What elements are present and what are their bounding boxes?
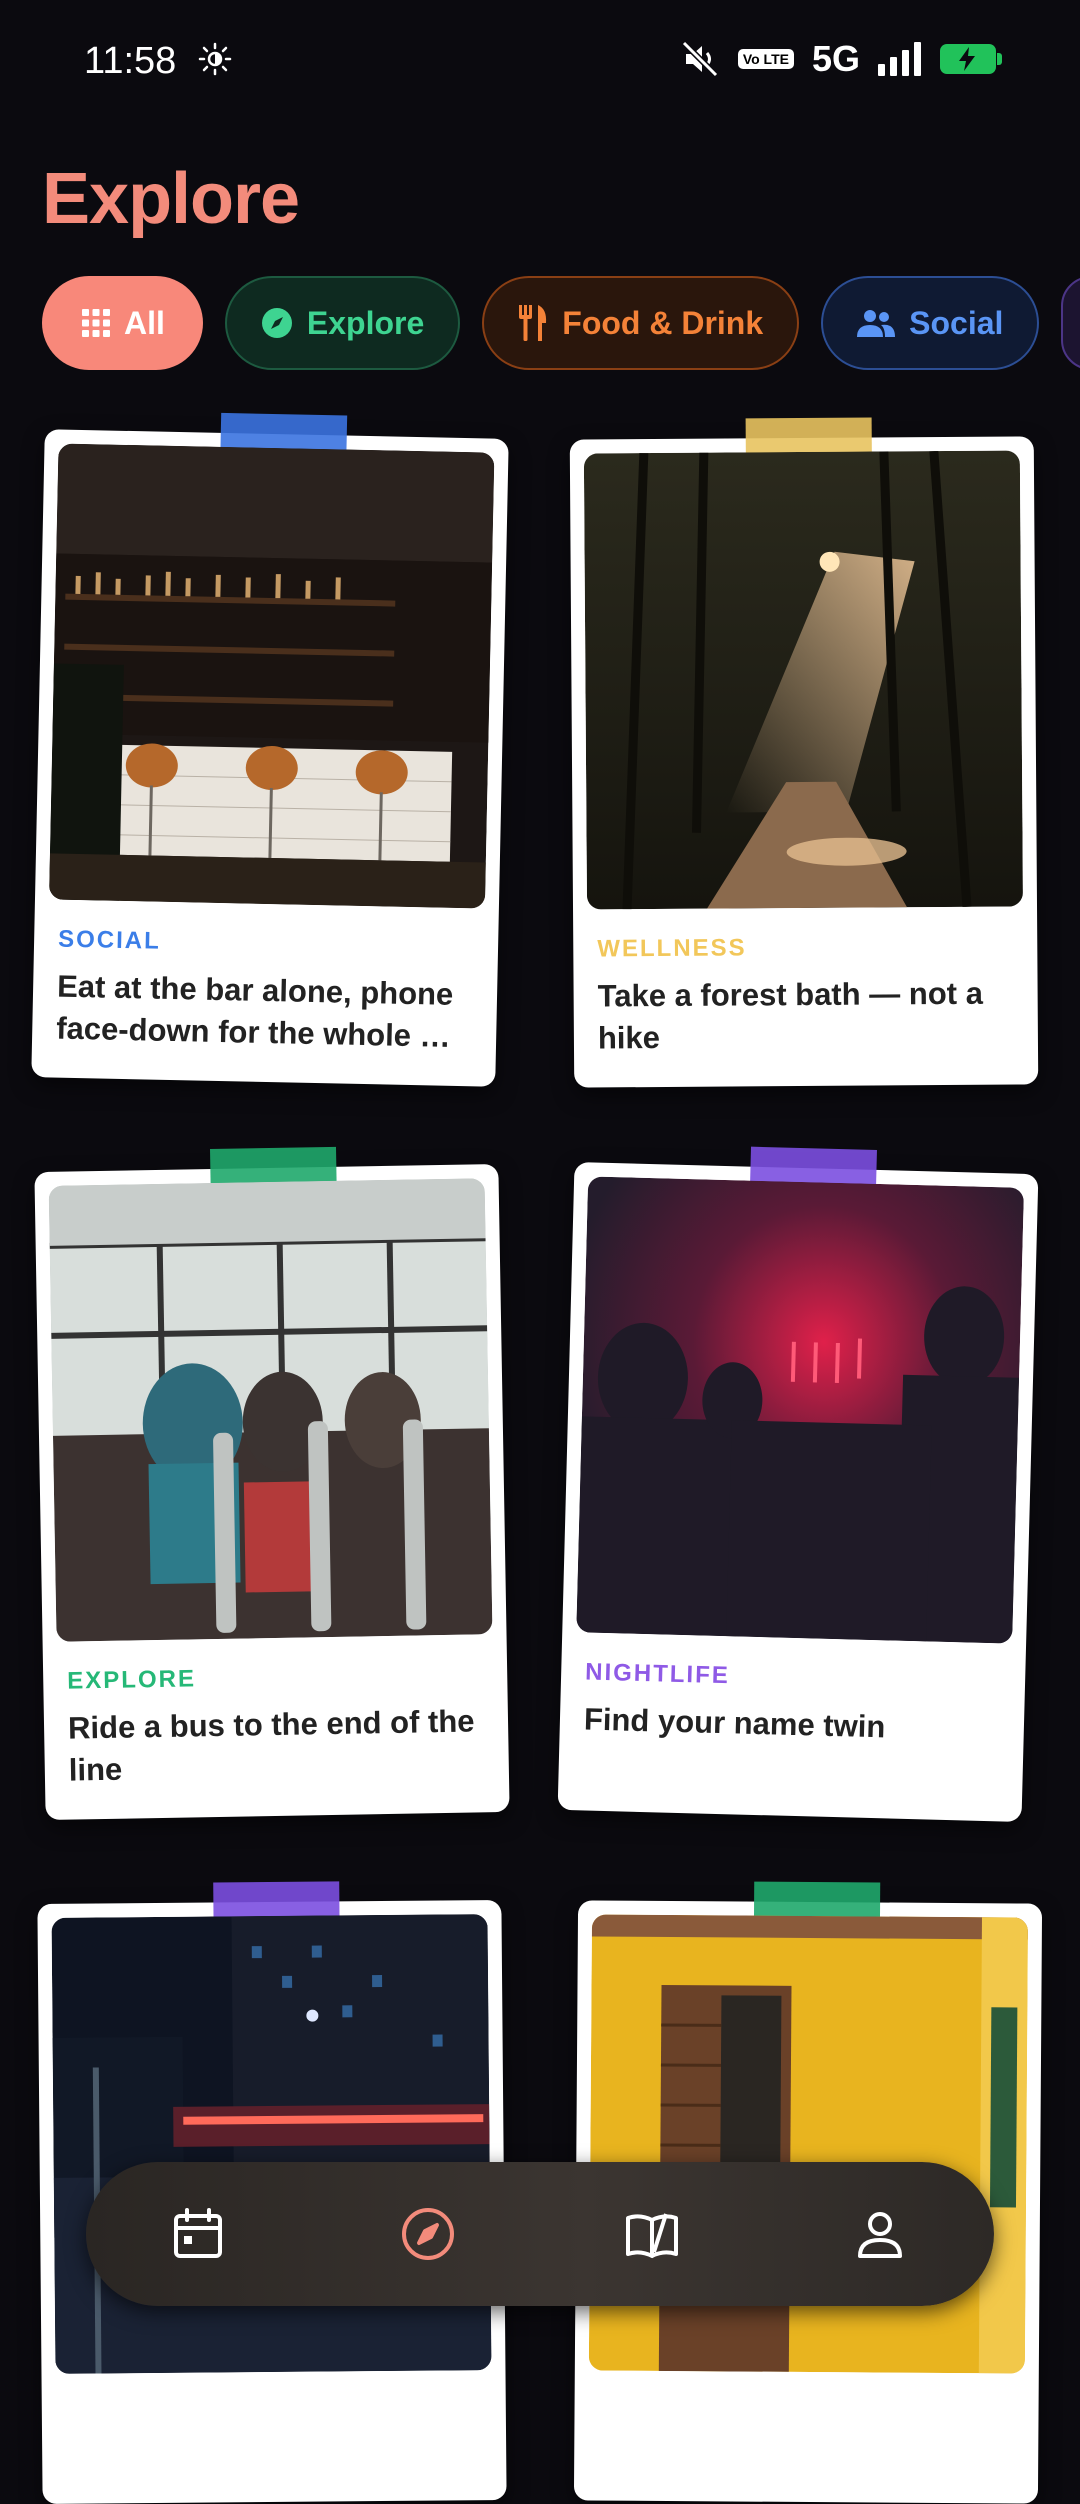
card-text: Take a forest bath — not a hike <box>597 973 1018 1060</box>
status-time: 11:58 <box>84 40 176 83</box>
compass-icon[interactable] <box>400 2206 456 2262</box>
chip-all[interactable]: All <box>42 276 203 370</box>
profile-icon[interactable] <box>852 2206 908 2262</box>
mute-icon <box>680 39 720 79</box>
chip-label: Social <box>909 305 1003 342</box>
category-filter-bar: All Explore Food & Drink Social <box>42 276 1080 370</box>
card-photo <box>584 450 1023 909</box>
card-category: SOCIAL <box>58 926 161 956</box>
card-category: EXPLORE <box>67 1665 196 1695</box>
activity-card[interactable]: SOCIAL Eat at the bar alone, phone face-… <box>31 429 508 1087</box>
card-text: Ride a bus to the end of the line <box>68 1700 489 1791</box>
chip-label: Explore <box>307 305 424 342</box>
chip-more[interactable] <box>1061 276 1080 370</box>
card-photo <box>576 1176 1024 1643</box>
battery-charging-icon <box>940 44 996 74</box>
fork-knife-icon <box>518 305 548 341</box>
activity-card[interactable]: WELLNESS Take a forest bath — not a hike <box>570 436 1039 1087</box>
bottom-navigation <box>86 2162 994 2306</box>
volte-badge: Vo LTE <box>738 49 794 69</box>
book-icon[interactable] <box>624 2206 680 2262</box>
chip-label: All <box>124 305 165 342</box>
card-text: Find your name twin <box>583 1698 1004 1751</box>
activity-card[interactable]: NIGHTLIFE Find your name twin <box>558 1162 1039 1822</box>
chip-social[interactable]: Social <box>821 276 1039 370</box>
calendar-icon[interactable] <box>170 2206 226 2262</box>
network-type: 5G <box>812 38 860 80</box>
chip-label: Food & Drink <box>562 305 763 342</box>
signal-icon <box>878 42 922 76</box>
card-category: NIGHTLIFE <box>585 1658 730 1690</box>
compass-icon <box>261 307 293 339</box>
chip-food-drink[interactable]: Food & Drink <box>482 276 799 370</box>
people-icon <box>857 309 895 337</box>
card-photo <box>49 1178 493 1642</box>
brightness-icon <box>198 42 232 76</box>
card-photo <box>49 444 494 909</box>
chip-explore[interactable]: Explore <box>225 276 460 370</box>
grid-icon <box>82 309 110 337</box>
card-category: WELLNESS <box>597 934 747 963</box>
activity-card[interactable]: EXPLORE Ride a bus to the end of the lin… <box>34 1164 509 1820</box>
page-title: Explore <box>42 158 299 240</box>
status-bar: 11:58 Vo LTE 5G <box>0 0 1080 120</box>
card-text: Eat at the bar alone, phone face-down fo… <box>56 966 478 1059</box>
